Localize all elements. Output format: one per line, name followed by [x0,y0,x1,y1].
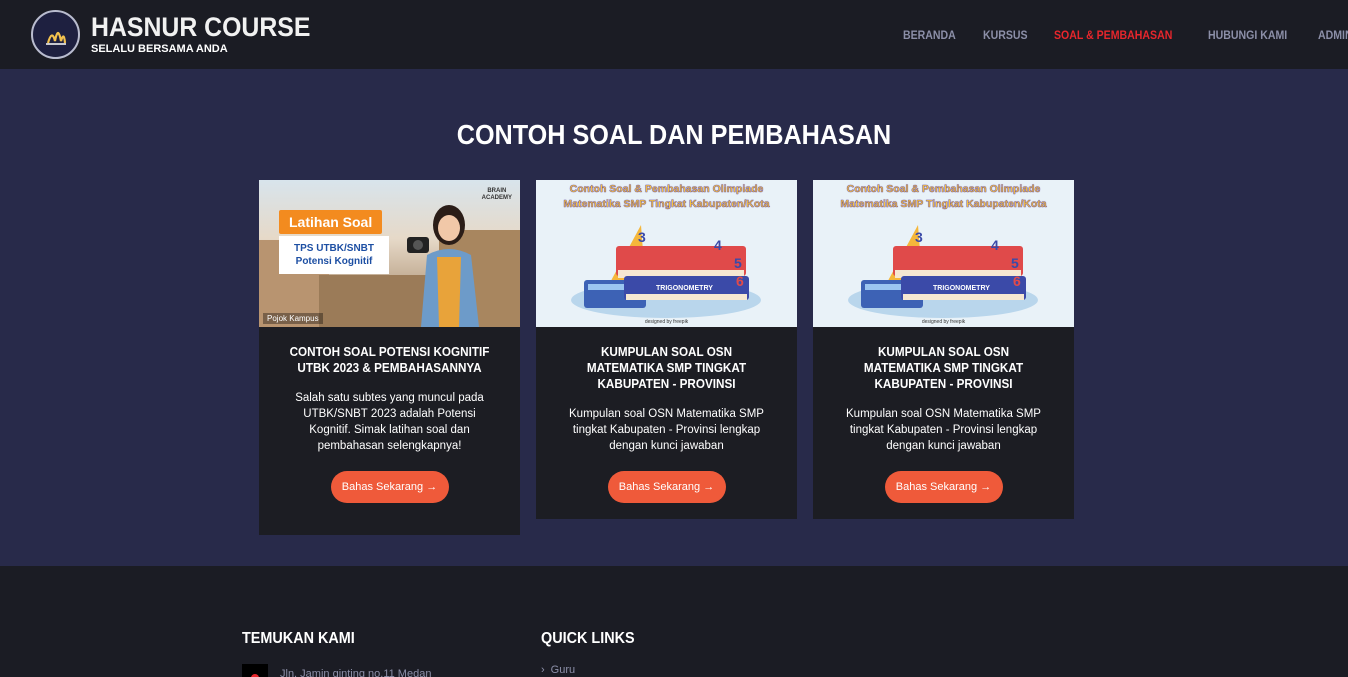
nav-beranda[interactable]: BERANDA [903,27,956,43]
svg-text:3: 3 [915,229,923,245]
address-text: Jln. Jamin ginting no.11 Medan [280,668,432,677]
logo[interactable]: HASNUR COURSE SELALU BERSAMA ANDA [31,10,330,59]
logo-icon [31,10,80,59]
brand-title: HASNUR COURSE [91,12,311,42]
footer-title: TEMUKAN KAMI [242,630,355,647]
bahas-sekarang-button[interactable]: Bahas Sekarang → [884,471,1003,503]
main-section: CONTOH SOAL DAN PEMBAHASAN Latihan Soal … [0,69,1348,566]
svg-text:5: 5 [734,255,742,271]
book-label: TRIGONOMETRY [656,285,713,292]
brain-academy-logo: BRAIN ACADEMY [482,188,512,202]
svg-text:3: 3 [638,229,646,245]
footer-col-temukan: TEMUKAN KAMI Jln. Jamin ginting no.11 Me… [242,630,431,677]
quicklink-guru[interactable]: › Guru [541,664,575,676]
chevron-right-icon: › [541,664,545,676]
nav-label: ADMIN [1318,28,1348,42]
math-books-illustration: TRIGONOMETRY 3 4 5 6 [848,225,1038,318]
image-credit: designed by freepik [921,319,966,325]
card-image[interactable]: Contoh Soal & Pembahasan Olimpiade Matem… [813,180,1074,327]
brand-subtitle: SELALU BERSAMA ANDA [91,43,228,55]
card-description: Kumpulan soal OSN Matematika SMP tingkat… [569,408,764,452]
nav-kursus[interactable]: KURSUS [983,27,1028,43]
nav-hubungi-kami[interactable]: HUBUNGI KAMI [1208,27,1287,43]
logo-line1: BRAIN [487,188,507,194]
image-footer: Pojok Kampus [263,313,323,324]
quicklink-label: Guru [550,664,576,676]
card-potensi-kognitif: Latihan Soal TPS UTBK/SNBT Potensi Kogni… [259,180,520,535]
image-subtitle: TPS UTBK/SNBT Potensi Kognitif [279,236,389,274]
student-photo-icon [407,205,479,327]
card-image[interactable]: Latihan Soal TPS UTBK/SNBT Potensi Kogni… [259,180,520,327]
card-osn-matematika-2: Contoh Soal & Pembahasan Olimpiade Matem… [813,180,1074,519]
svg-text:6: 6 [736,273,744,289]
bahas-sekarang-button[interactable]: Bahas Sekarang → [607,471,726,503]
card-description: Salah satu subtes yang muncul pada UTBK/… [295,392,484,452]
card-osn-matematika-1: Contoh Soal & Pembahasan Olimpiade Matem… [536,180,797,519]
image-credit: designed by freepik [644,319,689,325]
card-image[interactable]: Contoh Soal & Pembahasan Olimpiade Matem… [536,180,797,327]
card-title: KUMPULAN SOAL OSN MATEMATIKA SMP TINGKAT… [863,344,1024,391]
page-title: CONTOH SOAL DAN PEMBAHASAN [456,119,892,150]
main-nav: BERANDA KURSUS SOAL & PEMBAHASAN HUBUNGI… [903,27,1348,43]
footer-col-quicklinks: QUICK LINKS › Guru [541,630,645,676]
image-subtitle-line2: Potensi Kognitif [295,256,373,267]
book-label: TRIGONOMETRY [933,285,990,292]
logo-line2: ACADEMY [481,195,512,201]
site-footer: TEMUKAN KAMI Jln. Jamin ginting no.11 Me… [0,566,1348,677]
svg-text:4: 4 [991,237,999,253]
image-subtitle-line1: TPS UTBK/SNBT [294,243,374,254]
svg-text:6: 6 [1013,273,1021,289]
svg-text:5: 5 [1011,255,1019,271]
card-title: CONTOH SOAL POTENSI KOGNITIF UTBK 2023 &… [289,344,490,375]
nav-label: BERANDA [903,28,956,42]
card-title: KUMPULAN SOAL OSN MATEMATIKA SMP TINGKAT… [586,344,747,391]
card-description: Kumpulan soal OSN Matematika SMP tingkat… [846,408,1041,452]
svg-text:4: 4 [714,237,722,253]
footer-title: QUICK LINKS [541,630,635,647]
footer-address: Jln. Jamin ginting no.11 Medan [242,664,431,677]
image-tag: Latihan Soal [279,210,383,234]
location-icon [242,664,268,677]
math-books-illustration: TRIGONOMETRY 3 4 5 6 [571,225,761,318]
nav-label: HUBUNGI KAMI [1208,28,1288,42]
nav-admin[interactable]: ADMIN→ [1318,27,1348,43]
nav-soal-pembahasan[interactable]: SOAL & PEMBAHASAN [1054,27,1172,43]
nav-label: SOAL & PEMBAHASAN [1053,28,1173,42]
bahas-sekarang-button[interactable]: Bahas Sekarang → [330,471,449,503]
nav-label: KURSUS [983,28,1028,42]
site-header: HASNUR COURSE SELALU BERSAMA ANDA BERAND… [0,0,1348,69]
